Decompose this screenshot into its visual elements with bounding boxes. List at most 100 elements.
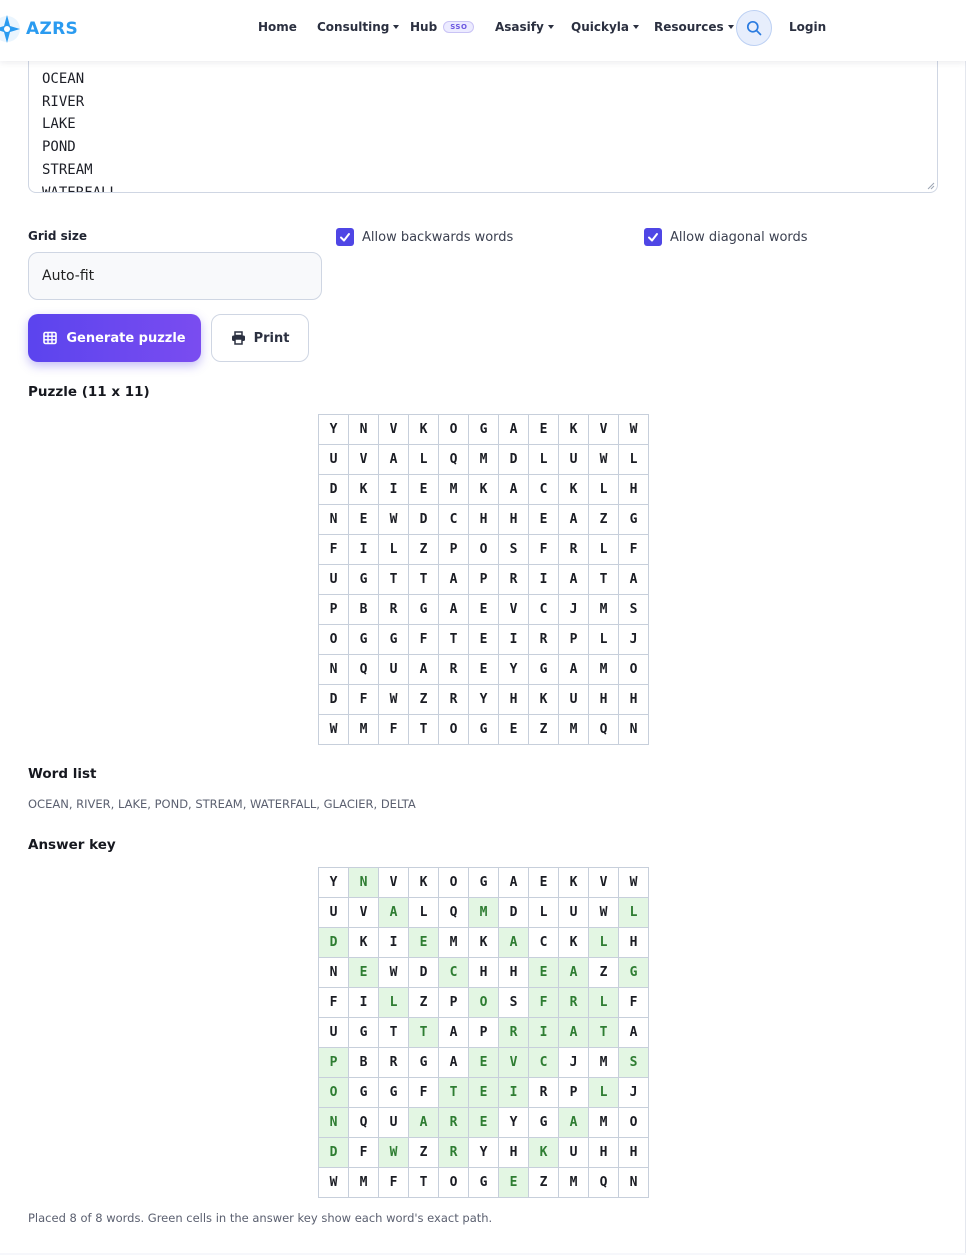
grid-cell: W	[619, 868, 649, 898]
grid-cell: M	[589, 595, 619, 625]
nav-home[interactable]: Home	[258, 20, 297, 34]
nav-resources[interactable]: Resources	[654, 20, 734, 34]
puzzle-grid: YNVKOGAEKVWUVALQMDLUWLDKIEMKACKLHNEWDCHH…	[318, 414, 649, 745]
highlighted-grid-cell: A	[379, 898, 409, 928]
answer-key-heading: Answer key	[28, 837, 116, 853]
grid-cell: J	[619, 625, 649, 655]
grid-cell: G	[529, 1108, 559, 1138]
grid-cell: D	[409, 505, 439, 535]
grid-cell: G	[469, 1168, 499, 1198]
nav-quickyla[interactable]: Quickyla	[571, 20, 639, 34]
backwards-words-option[interactable]: Allow backwards words	[336, 228, 513, 246]
grid-size-value: Auto-fit	[42, 268, 95, 284]
grid-cell: F	[619, 535, 649, 565]
diagonal-words-checkbox[interactable]	[644, 228, 662, 246]
grid-size-select[interactable]: Auto-fit	[28, 252, 322, 300]
grid-cell: O	[439, 415, 469, 445]
grid-cell: R	[379, 1048, 409, 1078]
diagonal-words-option[interactable]: Allow diagonal words	[644, 228, 808, 246]
grid-cell: W	[589, 898, 619, 928]
nav-consulting[interactable]: Consulting	[317, 20, 400, 34]
search-button[interactable]	[736, 10, 772, 46]
grid-cell: Q	[439, 898, 469, 928]
grid-cell: Z	[589, 505, 619, 535]
grid-cell: V	[499, 595, 529, 625]
grid-cell: K	[409, 415, 439, 445]
nav-resources-label: Resources	[654, 20, 724, 34]
puzzle-generator-card: OCEAN RIVER LAKE POND STREAM WATERFALL Grid s…	[0, 0, 966, 1253]
grid-cell: C	[529, 475, 559, 505]
word-line: POND	[42, 139, 76, 156]
grid-cell: B	[349, 595, 379, 625]
backwards-words-checkbox[interactable]	[336, 228, 354, 246]
grid-cell: M	[349, 1168, 379, 1198]
brand-logo[interactable]: AZRS	[0, 12, 78, 46]
print-button[interactable]: Print	[211, 314, 309, 362]
grid-cell: P	[439, 988, 469, 1018]
highlighted-grid-cell: E	[469, 1078, 499, 1108]
grid-cell: T	[409, 1168, 439, 1198]
grid-cell: A	[439, 1048, 469, 1078]
grid-cell: M	[439, 928, 469, 958]
generate-puzzle-button[interactable]: Generate puzzle	[28, 314, 201, 362]
grid-cell: M	[559, 715, 589, 745]
grid-cell: U	[379, 655, 409, 685]
grid-cell: K	[559, 868, 589, 898]
grid-cell: Z	[589, 958, 619, 988]
resize-handle-icon[interactable]	[927, 182, 935, 190]
word-line: STREAM	[42, 161, 93, 178]
chevron-down-icon	[727, 25, 734, 29]
nav-hub[interactable]: Hub SSO	[410, 20, 475, 34]
grid-cell: Y	[499, 1108, 529, 1138]
grid-cell: I	[379, 475, 409, 505]
grid-cell: L	[409, 898, 439, 928]
highlighted-grid-cell: A	[559, 1108, 589, 1138]
words-textarea-content: OCEAN RIVER LAKE POND STREAM WATERFALL	[42, 68, 118, 192]
word-line: OCEAN	[42, 71, 85, 87]
grid-cell: G	[379, 1078, 409, 1108]
highlighted-grid-cell: L	[589, 988, 619, 1018]
grid-cell: O	[619, 1108, 649, 1138]
grid-cell: A	[439, 565, 469, 595]
grid-cell: G	[469, 868, 499, 898]
grid-cell: H	[619, 685, 649, 715]
grid-cell: W	[379, 505, 409, 535]
word-list-text: OCEAN, RIVER, LAKE, POND, STREAM, WATERF…	[28, 797, 416, 811]
grid-cell: H	[589, 1138, 619, 1168]
grid-cell: O	[439, 715, 469, 745]
highlighted-grid-cell: C	[529, 1048, 559, 1078]
grid-cell: A	[439, 1018, 469, 1048]
grid-cell: A	[409, 655, 439, 685]
grid-cell: M	[469, 445, 499, 475]
highlighted-grid-cell: R	[439, 1108, 469, 1138]
grid-cell: F	[529, 535, 559, 565]
words-textarea[interactable]: OCEAN RIVER LAKE POND STREAM WATERFALL	[28, 40, 938, 193]
highlighted-grid-cell: O	[319, 1078, 349, 1108]
grid-cell: R	[559, 535, 589, 565]
grid-cell: L	[589, 535, 619, 565]
grid-cell: G	[469, 415, 499, 445]
grid-cell: Y	[499, 655, 529, 685]
login-link[interactable]: Login	[789, 20, 826, 34]
nav-home-label: Home	[258, 20, 297, 34]
nav-consulting-label: Consulting	[317, 20, 390, 34]
word-line: LAKE	[42, 116, 76, 133]
grid-cell: A	[499, 415, 529, 445]
grid-cell: P	[559, 1078, 589, 1108]
grid-cell: H	[619, 1138, 649, 1168]
grid-cell: M	[349, 715, 379, 745]
grid-cell: A	[499, 868, 529, 898]
grid-cell: F	[319, 988, 349, 1018]
grid-cell: W	[319, 715, 349, 745]
grid-cell: R	[379, 595, 409, 625]
grid-cell: J	[619, 1078, 649, 1108]
grid-cell: U	[319, 1018, 349, 1048]
grid-cell: E	[529, 415, 559, 445]
highlighted-grid-cell: E	[469, 1108, 499, 1138]
grid-cell: Q	[589, 715, 619, 745]
highlighted-grid-cell: P	[319, 1048, 349, 1078]
nav-asasify[interactable]: Asasify	[495, 20, 554, 34]
grid-cell: P	[439, 535, 469, 565]
checkmark-icon	[340, 233, 350, 242]
highlighted-grid-cell: V	[499, 1048, 529, 1078]
